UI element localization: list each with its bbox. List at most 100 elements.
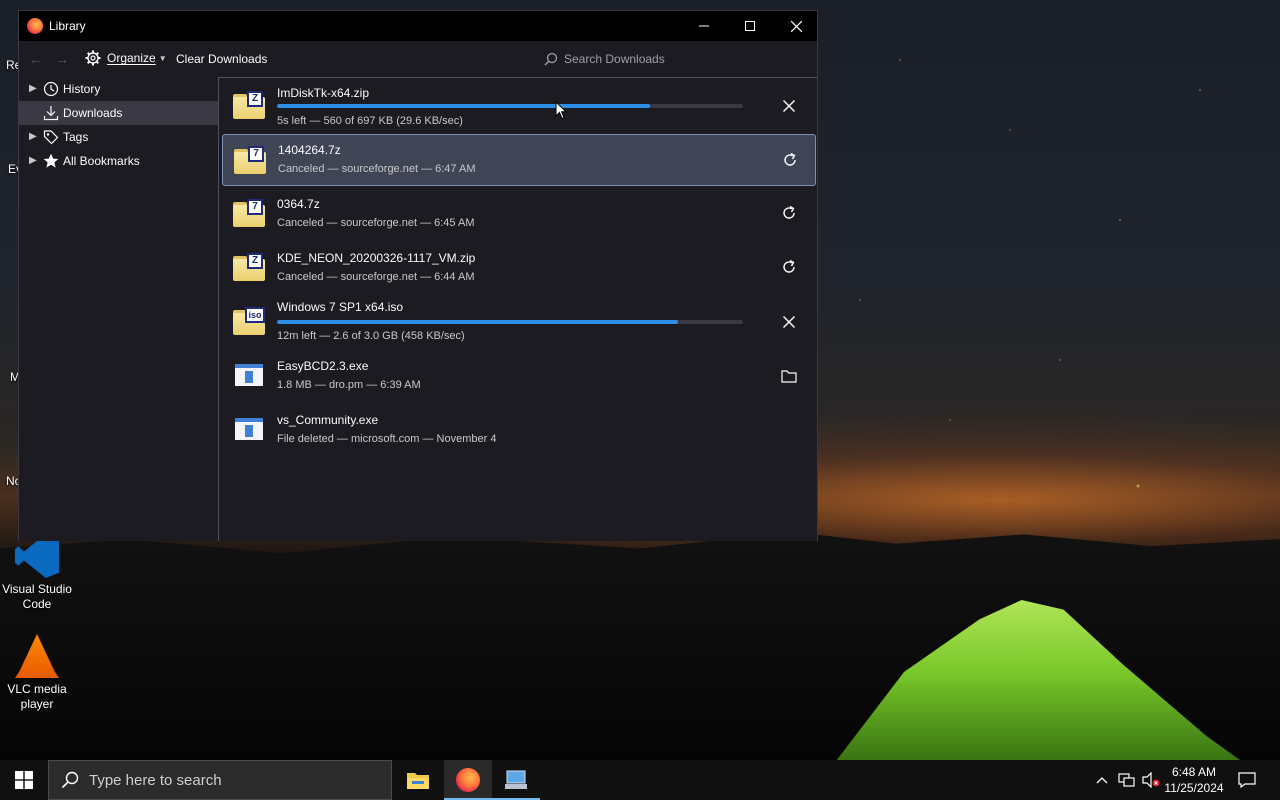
cancel-download-button[interactable]: [777, 94, 801, 118]
folder-icon: [781, 370, 797, 383]
search-box[interactable]: [539, 46, 815, 72]
minimize-button[interactable]: [681, 11, 727, 41]
retry-download-button[interactable]: [778, 148, 802, 172]
download-row[interactable]: Z KDE_NEON_20200326-1117_VM.zip Canceled…: [221, 242, 817, 294]
download-row[interactable]: Z ImDiskTk-x64.zip 5s left — 560 of 697 …: [221, 80, 817, 132]
sidebar-item-label: Downloads: [63, 106, 123, 120]
taskbar-firefox[interactable]: [444, 760, 492, 800]
organize-button[interactable]: Organize ▼: [85, 50, 167, 66]
volume-muted-icon: [1142, 772, 1160, 788]
taskbar-clock[interactable]: 6:48 AM 11/25/2024: [1160, 764, 1228, 796]
download-status: Canceled — sourceforge.net — 6:44 AM: [277, 271, 475, 283]
firefox-icon: [456, 768, 480, 792]
action-center-button[interactable]: [1238, 760, 1256, 800]
taskbar-remote-app[interactable]: [492, 760, 540, 800]
taskbar-search-placeholder: Type here to search: [89, 771, 222, 789]
title-bar[interactable]: Library: [19, 11, 817, 41]
zip-archive-icon: Z: [233, 253, 267, 283]
iso-image-icon: iso: [233, 307, 267, 337]
network-button[interactable]: [1118, 760, 1136, 800]
sidebar-item-all-bookmarks[interactable]: ▶ All Bookmarks: [19, 149, 218, 173]
executable-file-icon: [235, 418, 263, 440]
notification-icon: [1238, 772, 1256, 788]
download-row[interactable]: EasyBCD2.3.exe 1.8 MB — dro.pm — 6:39 AM: [221, 350, 817, 402]
window-title: Library: [49, 19, 86, 33]
progress-fill: [277, 320, 678, 324]
download-filename: 1404264.7z: [278, 143, 341, 157]
download-filename: Windows 7 SP1 x64.iso: [277, 300, 404, 314]
retry-icon: [784, 152, 796, 166]
download-status: File deleted — microsoft.com — November …: [277, 433, 497, 445]
taskbar-search-box[interactable]: Type here to search: [48, 760, 392, 800]
zip-archive-icon: Z: [233, 91, 267, 121]
retry-download-button[interactable]: [777, 255, 801, 279]
chevron-up-icon: [1096, 777, 1108, 784]
desktop-icon-vscode[interactable]: Visual Studio Code: [0, 534, 74, 612]
windows-logo-icon: [15, 771, 33, 789]
chevron-right-icon[interactable]: ▶: [29, 155, 37, 166]
download-progress-bar: [277, 104, 743, 108]
download-status: 5s left — 560 of 697 KB (29.6 KB/sec): [277, 115, 463, 127]
taskbar-file-explorer[interactable]: [394, 760, 442, 800]
minimize-icon: [699, 25, 709, 27]
close-icon: [783, 100, 795, 112]
sidebar-item-label: All Bookmarks: [63, 154, 140, 168]
chevron-right-icon[interactable]: ▶: [29, 131, 37, 142]
maximize-button[interactable]: [727, 11, 773, 41]
sidebar-item-history[interactable]: ▶ History: [19, 77, 218, 101]
tag-icon: [43, 130, 59, 145]
download-status: 1.8 MB — dro.pm — 6:39 AM: [277, 379, 421, 391]
organize-label: Organize: [107, 51, 156, 65]
7z-archive-icon: 7: [234, 146, 268, 176]
download-filename: 0364.7z: [277, 197, 320, 211]
download-row[interactable]: 7 0364.7z Canceled — sourceforge.net — 6…: [221, 188, 817, 240]
download-row[interactable]: iso Windows 7 SP1 x64.iso 12m left — 2.6…: [221, 296, 817, 348]
clock-time: 6:48 AM: [1171, 765, 1217, 779]
desktop-icon-label: VLC media player: [7, 682, 67, 711]
file-explorer-icon: [407, 773, 429, 789]
sidebar-item-downloads[interactable]: Downloads: [19, 101, 218, 125]
download-filename: vs_Community.exe: [277, 413, 379, 427]
show-in-folder-button[interactable]: [777, 364, 801, 388]
close-icon: [790, 20, 802, 32]
mouse-cursor-icon: [555, 101, 567, 120]
desktop-icon-vlc[interactable]: VLC media player: [0, 634, 74, 712]
retry-icon: [783, 205, 795, 219]
vlc-cone-icon: [15, 634, 59, 678]
sidebar: ▶ History Downloads ▶ Tags ▶ All Bookmar…: [19, 77, 218, 541]
download-icon: [43, 106, 59, 121]
download-progress-bar: [277, 320, 743, 324]
search-downloads-input[interactable]: [564, 52, 794, 66]
download-status: Canceled — sourceforge.net — 6:47 AM: [278, 163, 476, 175]
desktop-icon-label: Visual Studio Code: [2, 582, 72, 611]
gear-icon: [85, 50, 101, 66]
retry-icon: [783, 259, 795, 273]
taskbar: Type here to search 6:48 AM 11/25/2024: [0, 760, 1280, 800]
download-row[interactable]: vs_Community.exe File deleted — microsof…: [221, 404, 817, 456]
back-arrow-icon[interactable]: ←: [29, 51, 43, 67]
network-icon: [1118, 773, 1135, 787]
7z-archive-icon: 7: [233, 199, 267, 229]
search-icon: [544, 52, 558, 66]
close-button[interactable]: [773, 11, 819, 41]
sidebar-item-tags[interactable]: ▶ Tags: [19, 125, 218, 149]
download-row-selected[interactable]: 7 1404264.7z Canceled — sourceforge.net …: [222, 134, 816, 186]
download-filename: ImDiskTk-x64.zip: [277, 86, 370, 100]
cancel-download-button[interactable]: [777, 310, 801, 334]
chevron-right-icon[interactable]: ▶: [29, 83, 37, 94]
tray-overflow-button[interactable]: [1096, 760, 1108, 800]
sidebar-item-label: History: [63, 82, 101, 96]
clear-downloads-button[interactable]: Clear Downloads: [176, 52, 267, 66]
maximize-icon: [745, 21, 755, 31]
history-icon: [43, 81, 59, 97]
star-icon: [43, 153, 59, 168]
clock-date: 11/25/2024: [1164, 781, 1224, 795]
start-button[interactable]: [0, 760, 48, 800]
retry-download-button[interactable]: [777, 201, 801, 225]
library-window: Library ← → Organize ▼ Clear Downloads S…: [18, 10, 818, 541]
progress-fill: [277, 104, 650, 108]
forward-arrow-icon[interactable]: →: [55, 51, 69, 67]
download-filename: KDE_NEON_20200326-1117_VM.zip: [277, 251, 476, 265]
downloads-list: Z ImDiskTk-x64.zip 5s left — 560 of 697 …: [218, 77, 817, 541]
volume-button[interactable]: [1142, 760, 1160, 800]
